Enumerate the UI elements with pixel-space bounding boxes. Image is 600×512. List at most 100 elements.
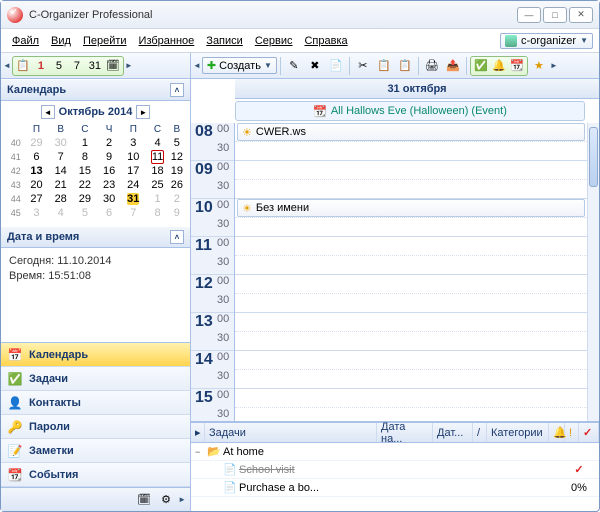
- nav-item-заметки[interactable]: 📝Заметки: [1, 439, 190, 463]
- task-category-col[interactable]: Категории: [487, 423, 549, 442]
- nav-item-контакты[interactable]: 👤Контакты: [1, 391, 190, 415]
- calendar-day[interactable]: 10: [121, 150, 145, 164]
- calendar-day[interactable]: 7: [121, 206, 145, 220]
- task-expand-col[interactable]: ▸: [191, 423, 205, 442]
- view-5-button[interactable]: 5: [50, 57, 68, 75]
- calendar-day[interactable]: 18: [145, 164, 169, 178]
- filter-alarm-button[interactable]: 🔔: [490, 57, 508, 75]
- rtoolbar-next-icon[interactable]: ►: [550, 61, 558, 70]
- calendar-day[interactable]: 19: [170, 164, 184, 178]
- print-button[interactable]: 🖨: [422, 56, 442, 76]
- nav-item-пароли[interactable]: 🔑Пароли: [1, 415, 190, 439]
- calendar-day[interactable]: 30: [97, 192, 121, 206]
- menu-help[interactable]: Справка: [299, 33, 352, 49]
- vertical-scrollbar[interactable]: [587, 123, 599, 421]
- calendar-day[interactable]: 17: [121, 164, 145, 178]
- calendar-day[interactable]: 2: [97, 136, 121, 150]
- calendar-day[interactable]: 14: [49, 164, 73, 178]
- datetime-collapse-button[interactable]: ˄: [170, 230, 184, 244]
- calendar-day[interactable]: 30: [49, 136, 73, 150]
- categories-button[interactable]: ★: [529, 56, 549, 76]
- tool-options-icon[interactable]: ⚙: [156, 490, 176, 510]
- calendar-day[interactable]: 23: [97, 178, 121, 192]
- calendar-grid[interactable]: ПВСЧПСВ402930123454167891011124213141516…: [1, 123, 190, 226]
- task-priority-col[interactable]: /: [473, 423, 487, 442]
- calendar-day[interactable]: 3: [24, 206, 48, 220]
- calendar-day[interactable]: 29: [24, 136, 48, 150]
- calendar-day[interactable]: 3: [121, 136, 145, 150]
- properties-button[interactable]: 📄: [326, 56, 346, 76]
- close-button[interactable]: ✕: [569, 7, 593, 23]
- toolbar-prev-icon[interactable]: ◄: [3, 61, 11, 70]
- view-year-button[interactable]: 🗓: [104, 57, 122, 75]
- filter-done-button[interactable]: ✅: [472, 57, 490, 75]
- calendar-day[interactable]: 28: [49, 192, 73, 206]
- nav-item-календарь[interactable]: 📅Календарь: [1, 343, 190, 367]
- cut-button[interactable]: ✂: [353, 56, 373, 76]
- timed-event[interactable]: ☀CWER.ws: [237, 123, 585, 141]
- task-row[interactable]: 📄School visit✓: [191, 461, 599, 479]
- calendar-day[interactable]: 6: [97, 206, 121, 220]
- calendar-day[interactable]: 13: [24, 164, 48, 178]
- view-7-button[interactable]: 7: [68, 57, 86, 75]
- nav-item-задачи[interactable]: ✅Задачи: [1, 367, 190, 391]
- calendar-day[interactable]: 16: [97, 164, 121, 178]
- scrollbar-thumb[interactable]: [589, 127, 598, 187]
- calendar-day[interactable]: 25: [145, 178, 169, 192]
- task-flag-col[interactable]: !: [565, 423, 579, 442]
- tool-grid-icon[interactable]: 🗓: [134, 490, 154, 510]
- menu-records[interactable]: Записи: [201, 33, 248, 49]
- calendar-day[interactable]: 27: [24, 192, 48, 206]
- minimize-button[interactable]: —: [517, 7, 541, 23]
- menu-view[interactable]: Вид: [46, 33, 76, 49]
- calendar-day[interactable]: 20: [24, 178, 48, 192]
- calendar-day[interactable]: 12: [170, 150, 184, 164]
- calendar-day[interactable]: 8: [73, 150, 97, 164]
- calendar-day[interactable]: 1: [145, 192, 169, 206]
- task-row[interactable]: −📂At home: [191, 443, 599, 461]
- tool-more-icon[interactable]: ►: [178, 495, 186, 504]
- view-1-button[interactable]: 1: [32, 57, 50, 75]
- menu-fav[interactable]: Избранное: [134, 33, 200, 49]
- view-day-button[interactable]: 📋: [14, 57, 32, 75]
- toolbar-next-icon[interactable]: ►: [125, 61, 133, 70]
- calendar-day[interactable]: 5: [170, 136, 184, 150]
- rtoolbar-prev-icon[interactable]: ◄: [193, 61, 201, 70]
- nav-item-события[interactable]: 📆События: [1, 463, 190, 487]
- calendar-day[interactable]: 7: [49, 150, 73, 164]
- calendar-day[interactable]: 29: [73, 192, 97, 206]
- menu-goto[interactable]: Перейти: [78, 33, 132, 49]
- menu-service[interactable]: Сервис: [250, 33, 298, 49]
- next-month-button[interactable]: ►: [136, 105, 150, 119]
- calendar-collapse-button[interactable]: ˄: [170, 83, 184, 97]
- task-name-col[interactable]: Задачи: [205, 423, 377, 442]
- task-alarm-col[interactable]: 🔔: [549, 423, 565, 442]
- calendar-day[interactable]: 26: [170, 178, 184, 192]
- calendar-day[interactable]: 9: [170, 206, 184, 220]
- database-selector[interactable]: c-organizer ▼: [500, 33, 593, 49]
- menu-file[interactable]: Файл: [7, 33, 44, 49]
- event-column[interactable]: ☀CWER.ws☀Без имени: [235, 123, 599, 421]
- task-start-col[interactable]: Дата на...: [377, 423, 433, 442]
- calendar-day[interactable]: 24: [121, 178, 145, 192]
- view-31-button[interactable]: 31: [86, 57, 104, 75]
- delete-button[interactable]: ✖: [305, 56, 325, 76]
- calendar-day[interactable]: 1: [73, 136, 97, 150]
- filter-event-button[interactable]: 📆: [508, 57, 526, 75]
- calendar-day[interactable]: 11: [145, 150, 169, 164]
- calendar-day[interactable]: 4: [49, 206, 73, 220]
- prev-month-button[interactable]: ◄: [41, 105, 55, 119]
- copy-button[interactable]: 📋: [374, 56, 394, 76]
- task-done-col[interactable]: ✓: [579, 423, 599, 442]
- calendar-day[interactable]: 15: [73, 164, 97, 178]
- all-day-event[interactable]: 📆 All Hallows Eve (Halloween) (Event): [235, 101, 585, 121]
- calendar-day[interactable]: 22: [73, 178, 97, 192]
- task-end-col[interactable]: Дат...: [433, 423, 473, 442]
- export-button[interactable]: 📤: [443, 56, 463, 76]
- calendar-day[interactable]: 2: [170, 192, 184, 206]
- calendar-day[interactable]: 21: [49, 178, 73, 192]
- calendar-day[interactable]: 6: [24, 150, 48, 164]
- calendar-day[interactable]: 31: [121, 192, 145, 206]
- edit-button[interactable]: ✎: [284, 56, 304, 76]
- maximize-button[interactable]: □: [543, 7, 567, 23]
